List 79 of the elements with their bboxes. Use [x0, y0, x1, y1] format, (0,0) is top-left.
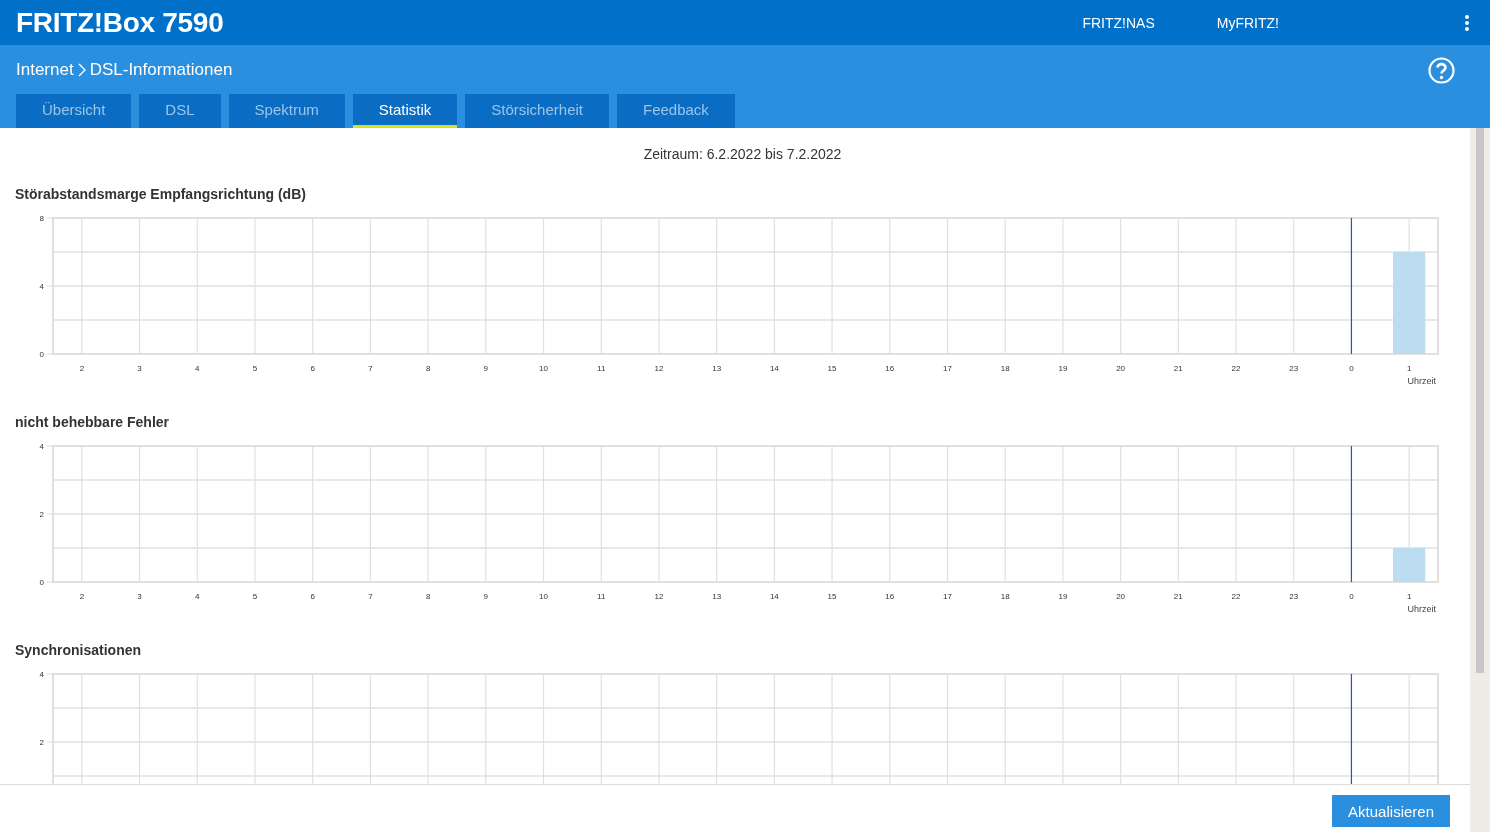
axis-tick-label: 1 — [1406, 592, 1412, 601]
axis-tick-label: 16 — [885, 592, 895, 601]
axis-tick-label: 16 — [885, 364, 895, 373]
menu-icon[interactable] — [1464, 13, 1470, 32]
axis-tick-label: 14 — [769, 592, 779, 601]
axis-tick-label: 0 — [39, 350, 44, 359]
tab[interactable]: Statistik — [352, 94, 458, 128]
axis-tick-label: 4 — [195, 364, 200, 373]
axis-tick-label: 6 — [310, 364, 315, 373]
axis-tick-label: 18 — [1000, 592, 1010, 601]
refresh-button[interactable]: Aktualisieren — [1332, 795, 1450, 827]
axis-tick-label: 10 — [539, 592, 548, 601]
header-link[interactable]: FRITZ!NAS — [1082, 14, 1155, 31]
axis-tick-label: 7 — [368, 592, 373, 601]
chevron-icon — [77, 63, 86, 77]
axis-tick-label: 17 — [943, 364, 952, 373]
period-text: Zeitraum: 6.2.2022 bis 7.2.2022 — [642, 145, 843, 164]
chart-title: Synchronisationen — [15, 641, 143, 660]
header-link[interactable]: MyFRITZ! — [1216, 14, 1279, 31]
axis-tick-label: 19 — [1058, 592, 1068, 601]
axis-tick-label: 4 — [39, 670, 44, 679]
tab[interactable]: Feedback — [617, 94, 735, 128]
bar — [1393, 548, 1426, 582]
axis-tick-label: 4 — [195, 592, 200, 601]
axis-tick-label: 14 — [769, 364, 779, 373]
tab[interactable]: Spektrum — [228, 94, 345, 128]
axis-tick-label: 21 — [1173, 364, 1183, 373]
axis-tick-label: 11 — [597, 592, 606, 601]
axis-tick-label: 12 — [654, 592, 664, 601]
chart-title: Störabstandsmarge Empfangsrichtung (dB) — [15, 185, 307, 204]
axis-tick-label: 4 — [39, 442, 44, 451]
axis-tick-label: 8 — [39, 214, 44, 223]
breadcrumb-item[interactable]: DSL-Informationen — [89, 60, 233, 80]
breadcrumb-item[interactable]: Internet — [16, 60, 74, 80]
axis-tick-label: 18 — [1000, 364, 1010, 373]
axis-tick-label: 9 — [483, 364, 489, 373]
axis-tick-label: 22 — [1231, 364, 1241, 373]
axis-tick-label: 2 — [79, 592, 85, 601]
tab[interactable]: Übersicht — [16, 94, 132, 128]
axis-tick-label: 0 — [1349, 364, 1354, 373]
axis-tick-label: 15 — [827, 592, 837, 601]
axis-tick-label: 3 — [137, 364, 142, 373]
scrollbar-thumb[interactable] — [1476, 128, 1484, 673]
tab[interactable]: DSL — [139, 94, 221, 128]
axis-tick-label: 2 — [39, 510, 44, 519]
axis-tick-label: 22 — [1231, 592, 1241, 601]
axis-tick-label: 17 — [943, 592, 952, 601]
axis-tick-label: 0 — [1349, 592, 1354, 601]
axis-label: Uhrzeit — [1407, 604, 1436, 613]
axis-tick-label: 12 — [654, 364, 664, 373]
axis-tick-label: 15 — [827, 364, 837, 373]
axis-tick-label: 23 — [1289, 592, 1299, 601]
axis-tick-label: 20 — [1116, 592, 1126, 601]
axis-tick-label: 11 — [597, 364, 606, 373]
tab[interactable]: Störsicherheit — [465, 94, 609, 128]
chart-title: nicht behebbare Fehler — [15, 413, 171, 432]
axis-tick-label: 4 — [39, 282, 44, 291]
axis-tick-label: 2 — [39, 738, 44, 747]
axis-tick-label: 9 — [483, 592, 489, 601]
axis-tick-label: 13 — [712, 592, 722, 601]
axis-label: Uhrzeit — [1407, 376, 1436, 385]
axis-tick-label: 5 — [252, 364, 258, 373]
axis-tick-label: 6 — [310, 592, 315, 601]
axis-tick-label: 23 — [1289, 364, 1299, 373]
axis-tick-label: 5 — [252, 592, 258, 601]
axis-tick-label: 7 — [368, 364, 373, 373]
axis-tick-label: 3 — [137, 592, 142, 601]
axis-tick-label: 19 — [1058, 364, 1068, 373]
axis-tick-label: 8 — [425, 592, 431, 601]
axis-tick-label: 10 — [539, 364, 548, 373]
axis-tick-label: 13 — [712, 364, 722, 373]
axis-tick-label: 21 — [1173, 592, 1183, 601]
axis-tick-label: 8 — [425, 364, 431, 373]
axis-tick-label: 0 — [39, 578, 44, 587]
product-title: FRITZ!Box 7590 — [16, 6, 225, 39]
help-icon[interactable] — [1428, 56, 1455, 84]
axis-tick-label: 1 — [1406, 364, 1412, 373]
axis-tick-label: 20 — [1116, 364, 1126, 373]
axis-tick-label: 2 — [79, 364, 85, 373]
